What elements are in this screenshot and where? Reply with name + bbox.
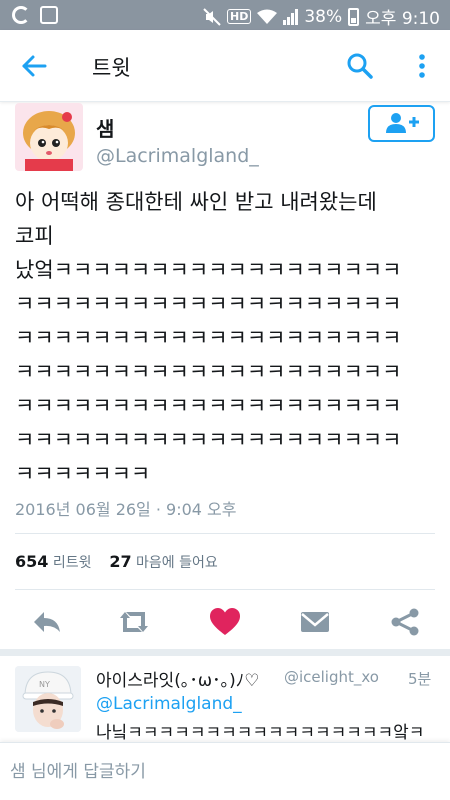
tweet-stats: 654 리트윗 27 마음에 들어요 bbox=[15, 552, 218, 572]
author-handle[interactable]: @Lacrimalgland_ bbox=[96, 145, 259, 167]
author-avatar[interactable] bbox=[15, 103, 83, 171]
like-count[interactable]: 27 bbox=[109, 552, 131, 571]
reply-icon[interactable] bbox=[30, 606, 64, 638]
clock: 오후 9:10 bbox=[365, 9, 440, 29]
heart-icon[interactable] bbox=[208, 606, 242, 638]
signal-icon bbox=[283, 8, 299, 25]
envelope-icon[interactable] bbox=[298, 606, 332, 638]
divider bbox=[15, 533, 435, 534]
search-icon[interactable] bbox=[344, 50, 376, 82]
reply-avatar[interactable]: NY bbox=[15, 666, 81, 732]
hd-badge: HD bbox=[227, 9, 252, 24]
reply-composer bbox=[0, 742, 450, 800]
wifi-icon bbox=[257, 9, 278, 24]
battery-icon bbox=[348, 7, 360, 26]
reply-text: 나닠ㅋㅋㅋㅋㅋㅋㅋㅋㅋㅋㅋㅋㅋㅋㅋㅋㅋ앜ㅋ bbox=[96, 723, 425, 743]
status-bar: HD 38% 오후 9:10 bbox=[0, 0, 450, 30]
retweet-count[interactable]: 654 bbox=[15, 552, 48, 571]
mute-icon bbox=[203, 7, 221, 26]
reply-mention[interactable]: @Lacrimalgland_ bbox=[96, 694, 242, 714]
reply-time: 5분 bbox=[408, 670, 432, 688]
follow-button[interactable] bbox=[368, 105, 435, 142]
tweet-timestamp: 2016년 06월 26일 · 9:04 오후 bbox=[15, 500, 237, 519]
tweet-actions bbox=[0, 600, 450, 644]
retweet-icon[interactable] bbox=[114, 606, 154, 638]
battery-percent: 38% bbox=[304, 6, 343, 27]
page-title: 트윗 bbox=[92, 56, 131, 80]
arrow-left-icon[interactable] bbox=[18, 50, 50, 82]
app-bar: 트윗 bbox=[0, 30, 450, 102]
retweet-label[interactable]: 리트윗 bbox=[53, 555, 92, 571]
share-icon[interactable] bbox=[388, 606, 422, 638]
reply-input[interactable] bbox=[0, 743, 450, 800]
like-label[interactable]: 마음에 들어요 bbox=[136, 555, 218, 571]
tweet-text: 아 어떡해 종대한테 싸인 받고 내려왔는데 코피 났엌ㅋㅋㅋㅋㅋㅋㅋㅋㅋㅋㅋㅋ… bbox=[15, 190, 402, 486]
more-vertical-icon[interactable] bbox=[408, 50, 436, 82]
section-separator bbox=[0, 649, 450, 656]
divider bbox=[15, 589, 435, 590]
add-user-icon bbox=[386, 113, 419, 133]
gallery-icon bbox=[40, 6, 58, 24]
svg-text:NY: NY bbox=[39, 680, 50, 689]
sync-icon bbox=[12, 6, 30, 24]
reply-author-name[interactable]: 아이스라잇(｡･ω･｡)ﾉ♡ bbox=[96, 666, 259, 691]
author-name[interactable]: 샘 bbox=[96, 113, 114, 142]
reply-author-handle[interactable]: @icelight_xo bbox=[284, 668, 379, 686]
